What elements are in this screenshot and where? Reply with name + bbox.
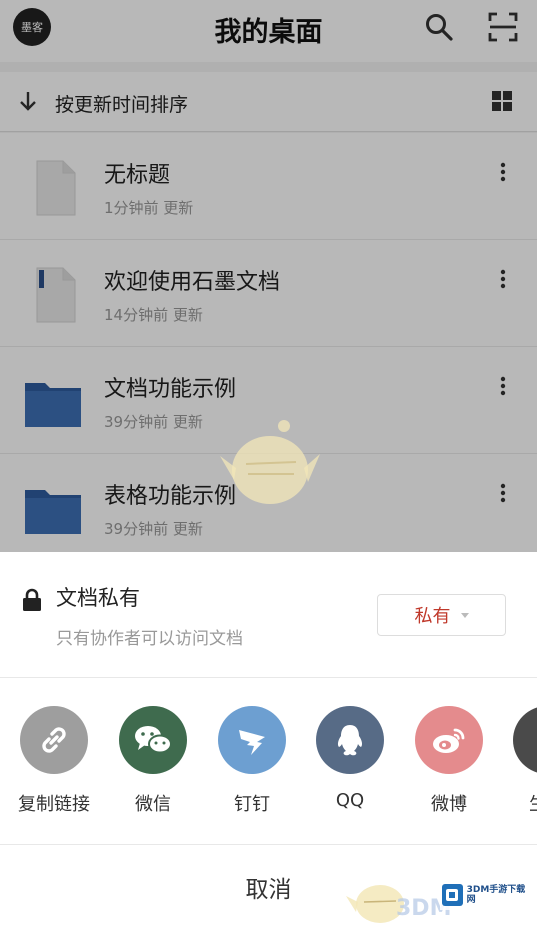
qq-icon [316, 706, 384, 774]
permission-description: 只有协作者可以访问文档 [56, 629, 243, 649]
chevron-down-icon [460, 612, 469, 618]
permission-select-value: 私有 [414, 606, 451, 627]
lock-icon [22, 588, 44, 612]
dingtalk-icon [218, 706, 286, 774]
share-wechat-button[interactable]: 微信 [108, 706, 198, 816]
cancel-label: 取消 [245, 877, 292, 903]
link-icon [20, 706, 88, 774]
share-dingtalk-button[interactable]: 钉钉 [207, 706, 297, 816]
share-label: 复制链接 [18, 794, 90, 815]
share-qq-button[interactable]: QQ [305, 706, 395, 811]
share-sheet: 文档私有 只有协作者可以访问文档 私有 复制链接 微信 钉钉 QQ 微博 取消 [0, 552, 537, 927]
permission-section: 文档私有 只有协作者可以访问文档 私有 [0, 552, 537, 678]
share-label: 微博 [431, 794, 467, 815]
share-label: 生成 [502, 790, 537, 816]
site-logo-icon [442, 884, 463, 906]
weibo-icon [415, 706, 483, 774]
share-generate-button[interactable]: 生成 [502, 706, 537, 816]
modal-backdrop[interactable] [0, 0, 537, 552]
share-label: 钉钉 [234, 794, 270, 815]
share-options: 复制链接 微信 钉钉 QQ 微博 [0, 680, 537, 845]
share-label: 微信 [135, 794, 171, 815]
share-copy-link-button[interactable]: 复制链接 [9, 706, 99, 816]
wechat-icon [119, 706, 187, 774]
permission-select[interactable]: 私有 [377, 594, 506, 636]
generate-icon [513, 706, 537, 774]
share-weibo-button[interactable]: 微博 [404, 706, 494, 816]
permission-title: 文档私有 [56, 586, 140, 610]
watermark-logo: 3DM手游下载网 [440, 880, 532, 910]
watermark-logo-text: 3DM手游下载网 [466, 885, 526, 905]
share-label: QQ [335, 790, 365, 811]
